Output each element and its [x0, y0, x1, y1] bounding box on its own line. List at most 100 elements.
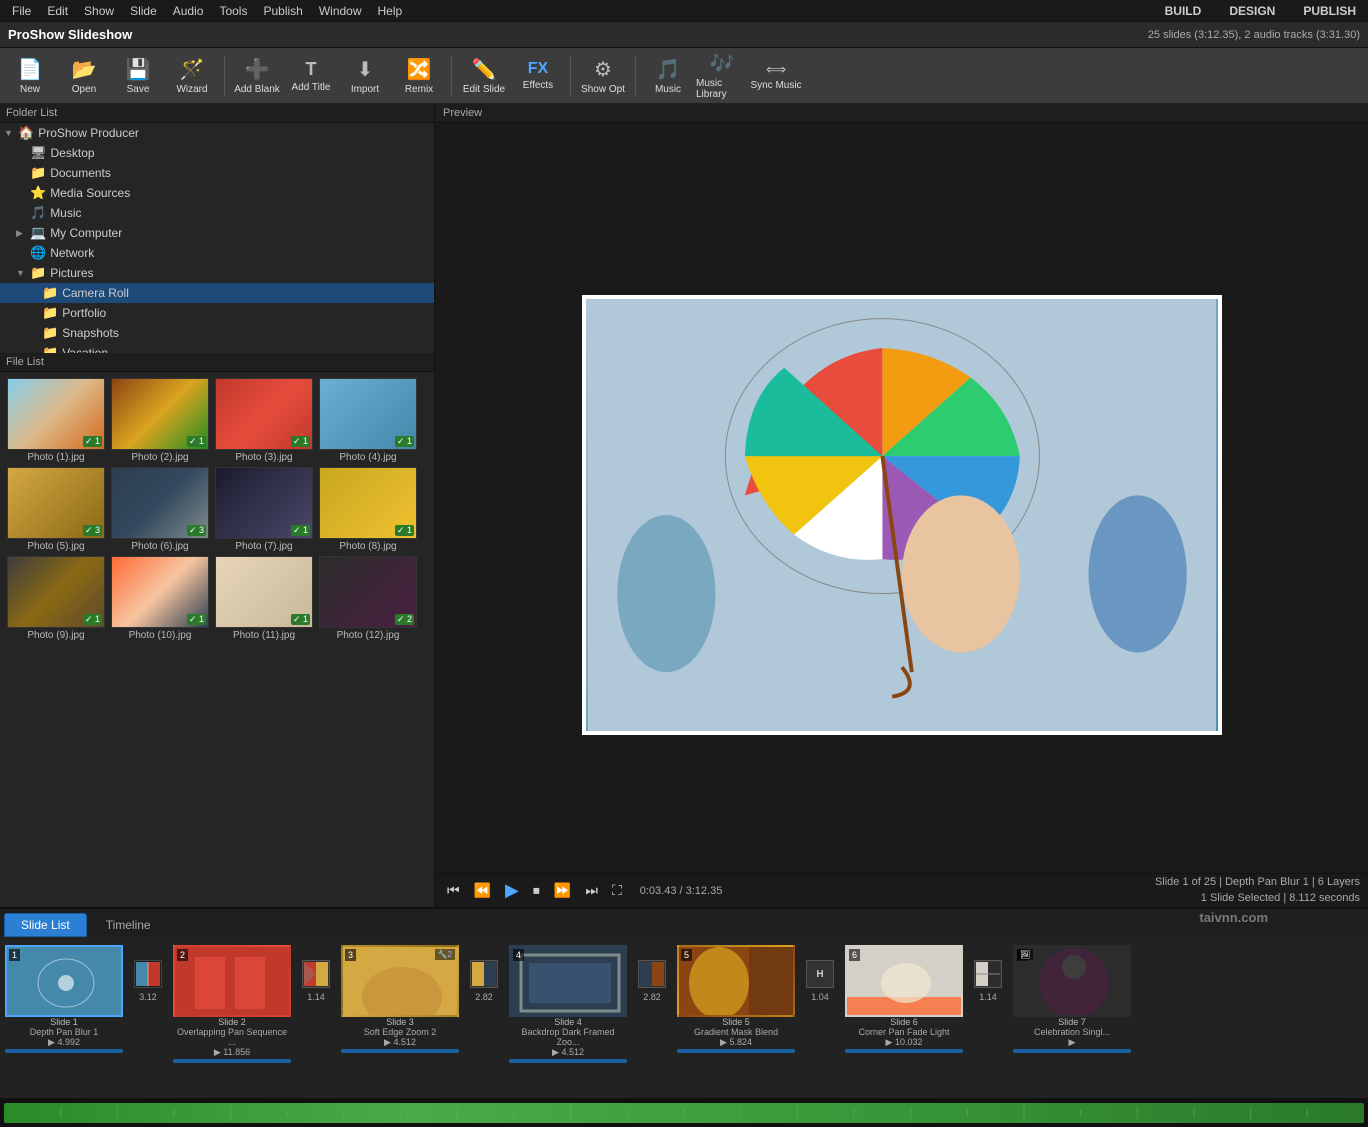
toolbar-sync-music-label: Sync Music — [750, 80, 801, 91]
toolbar-sync-music[interactable]: ⟺ Sync Music — [750, 50, 802, 102]
file-thumb-4[interactable]: ✓ 1 Photo (4).jpg — [318, 378, 418, 463]
folder-item-camera-roll[interactable]: 📁 Camera Roll — [0, 283, 434, 303]
folder-item-my-computer[interactable]: ▶ 💻 My Computer — [0, 223, 434, 243]
slide-item-7[interactable]: 7 🖼 Slide 7 Celebration Singl... ▶ — [1012, 945, 1132, 1053]
slide-thumb-7: 7 🖼 — [1013, 945, 1131, 1017]
fast-forward-button[interactable]: ⏩ — [550, 880, 575, 901]
file-thumb-11[interactable]: ✓ 1 Photo (11).jpg — [214, 556, 314, 641]
transition-4[interactable]: 2.82 — [632, 945, 672, 1017]
slide-thumb-4: 4 — [509, 945, 627, 1017]
file-thumb-5[interactable]: ✓ 3 Photo (5).jpg — [6, 467, 106, 552]
mode-build[interactable]: BUILD — [1157, 2, 1210, 20]
slide-item-6[interactable]: 6 Slide 6 Corner Pan Fade Light ▶ 10.032 — [844, 945, 964, 1053]
mode-publish[interactable]: PUBLISH — [1295, 2, 1364, 20]
toolbar-new[interactable]: 📄 New — [4, 50, 56, 102]
thumb-img-6: ✓ 3 — [111, 467, 209, 539]
slide-progress-5 — [677, 1049, 795, 1053]
menu-file[interactable]: File — [4, 2, 39, 20]
slide-item-3[interactable]: 3 🔧2 Slide 3 Soft Edge Zoom 2 ▶ 4.512 — [340, 945, 460, 1053]
file-thumb-3[interactable]: ✓ 1 Photo (3).jpg — [214, 378, 314, 463]
slide-list-area[interactable]: 1 Slide 1 Depth Pan Blur 1 ▶ 4.992 — [0, 937, 1368, 1097]
file-thumb-10[interactable]: ✓ 1 Photo (10).jpg — [110, 556, 210, 641]
slide-number-1: 1 — [9, 949, 20, 961]
fullscreen-button[interactable]: ⛶ — [608, 880, 626, 901]
file-thumb-1[interactable]: ✓ 1 Photo (1).jpg — [6, 378, 106, 463]
file-thumb-8[interactable]: ✓ 1 Photo (8).jpg — [318, 467, 418, 552]
stop-button[interactable]: ⏹ — [529, 880, 544, 901]
slide-item-5[interactable]: 5 Slide 5 Gradient Mask Blend ▶ 5.824 — [676, 945, 796, 1053]
folder-item-media-sources[interactable]: ⭐ Media Sources — [0, 183, 434, 203]
thumb-label-5: Photo (5).jpg — [6, 541, 106, 552]
menu-show[interactable]: Show — [76, 2, 122, 20]
slide-item-1[interactable]: 1 Slide 1 Depth Pan Blur 1 ▶ 4.992 — [4, 945, 124, 1053]
toolbar-open[interactable]: 📂 Open — [58, 50, 110, 102]
folder-list[interactable]: ▼ 🏠 ProShow Producer 🖥 Desktop 📁 Documen… — [0, 123, 434, 353]
transition-6[interactable]: 1.14 — [968, 945, 1008, 1017]
save-icon: 💾 — [126, 57, 151, 82]
folder-item-music[interactable]: 🎵 Music — [0, 203, 434, 223]
toolbar-sep-1 — [224, 56, 225, 96]
transition-5[interactable]: H 1.04 — [800, 945, 840, 1017]
skip-end-button[interactable]: ⏭ — [581, 880, 602, 901]
toolbar-effects[interactable]: FX Effects — [512, 50, 564, 102]
menu-window[interactable]: Window — [311, 2, 370, 20]
toolbar-save[interactable]: 💾 Save — [112, 50, 164, 102]
menu-help[interactable]: Help — [370, 2, 411, 20]
toolbar-wizard[interactable]: 🪄 Wizard — [166, 50, 218, 102]
toolbar-music-library[interactable]: 🎶 Music Library — [696, 50, 748, 102]
file-thumb-7[interactable]: ✓ 1 Photo (7).jpg — [214, 467, 314, 552]
rewind-start-button[interactable]: ⏮ — [443, 880, 464, 901]
folder-item-documents[interactable]: 📁 Documents — [0, 163, 434, 183]
preview-controls: ⏮ ⏪ ▶ ⏹ ⏩ ⏭ ⛶ 0:03.43 / 3:12.35 Slide 1 … — [435, 873, 1368, 907]
menu-tools[interactable]: Tools — [211, 2, 255, 20]
folder-item-portfolio[interactable]: 📁 Portfolio — [0, 303, 434, 323]
mode-design[interactable]: DESIGN — [1221, 2, 1283, 20]
menu-audio[interactable]: Audio — [165, 2, 212, 20]
left-panel: Folder List ▼ 🏠 ProShow Producer 🖥 Deskt… — [0, 104, 435, 907]
toolbar-add-blank[interactable]: ➕ Add Blank — [231, 50, 283, 102]
trans-h-icon: H — [816, 969, 823, 980]
toolbar-import-label: Import — [351, 84, 379, 95]
menu-edit[interactable]: Edit — [39, 2, 76, 20]
preview-svg — [586, 299, 1218, 731]
folder-item-pictures[interactable]: ▼ 📁 Pictures — [0, 263, 434, 283]
slide-duration-2: ▶ 11.856 — [214, 1047, 250, 1058]
file-thumb-2[interactable]: ✓ 1 Photo (2).jpg — [110, 378, 210, 463]
transition-2[interactable]: 1.14 — [296, 945, 336, 1017]
folder-item-proshow[interactable]: ▼ 🏠 ProShow Producer — [0, 123, 434, 143]
rewind-button[interactable]: ⏪ — [470, 880, 495, 901]
toolbar-remix[interactable]: 🔀 Remix — [393, 50, 445, 102]
thumb-badge-8: ✓ 1 — [395, 525, 414, 536]
toolbar-import[interactable]: ⬇ Import — [339, 50, 391, 102]
trans-time-2: 1.14 — [307, 992, 325, 1002]
import-icon: ⬇ — [357, 57, 374, 82]
transition-1[interactable]: 3.12 — [128, 945, 168, 1017]
effects-icon: FX — [528, 60, 548, 78]
toolbar-music[interactable]: 🎵 Music — [642, 50, 694, 102]
slide-item-2[interactable]: 2 Slide 2 Overlapping Pan Sequence ... ▶… — [172, 945, 292, 1063]
toolbar-show-opt[interactable]: ⚙ Show Opt — [577, 50, 629, 102]
play-button[interactable]: ▶ — [501, 878, 523, 903]
toolbar-edit-slide[interactable]: ✏️ Edit Slide — [458, 50, 510, 102]
tab-slide-list[interactable]: Slide List — [4, 913, 87, 937]
file-thumb-6[interactable]: ✓ 3 Photo (6).jpg — [110, 467, 210, 552]
trans-time-3: 2.82 — [475, 992, 493, 1002]
folder-item-network[interactable]: 🌐 Network — [0, 243, 434, 263]
folder-item-vacation[interactable]: 📁 Vacation — [0, 343, 434, 353]
folder-item-desktop[interactable]: 🖥 Desktop — [0, 143, 434, 163]
folder-item-snapshots[interactable]: 📁 Snapshots — [0, 323, 434, 343]
slide-label-3: Slide 3 — [341, 1017, 459, 1027]
toolbar-add-title[interactable]: T Add Title — [285, 50, 337, 102]
menu-publish[interactable]: Publish — [255, 2, 310, 20]
slide-item-4[interactable]: 4 Slide 4 Backdrop Dark Framed Zoo... ▶ … — [508, 945, 628, 1063]
thumb-label-3: Photo (3).jpg — [214, 452, 314, 463]
slide-special-icon-7: 🖼 — [1017, 949, 1033, 960]
transition-3[interactable]: 2.82 — [464, 945, 504, 1017]
file-thumb-9[interactable]: ✓ 1 Photo (9).jpg — [6, 556, 106, 641]
show-opt-icon: ⚙ — [594, 57, 612, 82]
bottom-area: Slide List Timeline 1 Slide 1 Depth Pan … — [0, 907, 1368, 1127]
tab-timeline[interactable]: Timeline — [89, 913, 168, 937]
menu-slide[interactable]: Slide — [122, 2, 165, 20]
trans-icon-3 — [470, 960, 498, 988]
file-thumb-12[interactable]: ✓ 2 Photo (12).jpg — [318, 556, 418, 641]
